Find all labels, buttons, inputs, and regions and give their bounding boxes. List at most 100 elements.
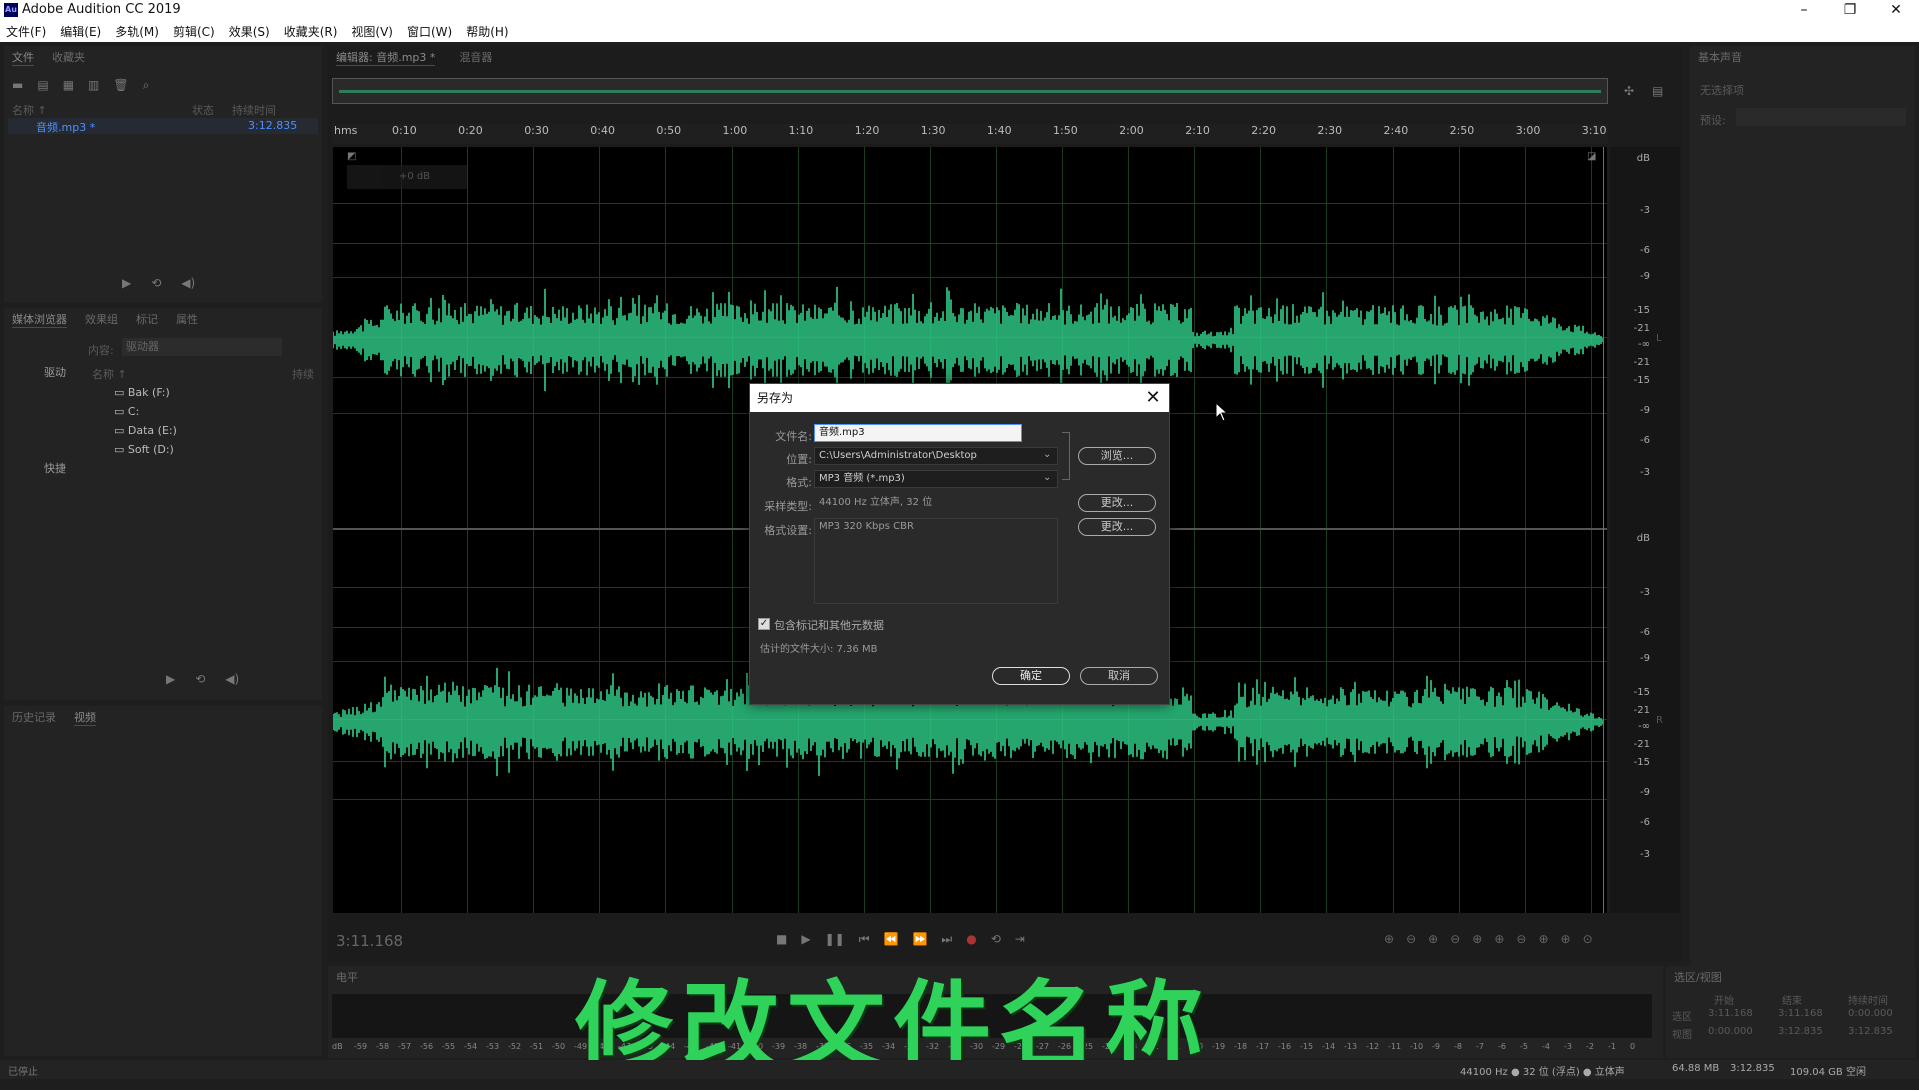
zoom-out-icon[interactable]: ⊖	[1450, 932, 1460, 946]
format-select[interactable]: MP3 音频 (*.mp3)	[814, 470, 1058, 488]
channel-l[interactable]: L	[1656, 333, 1662, 344]
overview-bar[interactable]	[332, 78, 1608, 104]
zoom-in-amp-icon[interactable]: ⊕	[1384, 932, 1394, 946]
col-name[interactable]: 名称 ↑	[12, 102, 47, 118]
new-file-icon[interactable]: ▦	[63, 78, 74, 93]
view-end[interactable]: 3:12.835	[1778, 1026, 1823, 1037]
menu-clip[interactable]: 剪辑(C)	[173, 23, 215, 40]
include-markers-checkbox[interactable]: ✓	[758, 618, 770, 630]
tree-shortcuts[interactable]: 快捷	[44, 460, 66, 476]
close-window-icon[interactable]: ✕	[1873, 0, 1919, 20]
skip-start-icon[interactable]: ⏮	[859, 932, 870, 947]
change-format-button[interactable]: 更改...	[1078, 518, 1156, 536]
fast-forward-icon[interactable]: ⏩	[912, 932, 927, 947]
media-tabs: 媒体浏览器 效果组 标记 属性	[4, 308, 322, 330]
current-time[interactable]: 3:11.168	[336, 932, 403, 950]
menu-window[interactable]: 窗口(W)	[407, 23, 452, 40]
levels-title[interactable]: 电平	[336, 969, 358, 985]
play-icon[interactable]: ▶	[166, 672, 175, 686]
tab-favorites[interactable]: 收藏夹	[52, 49, 85, 65]
zoom-reset-icon[interactable]: ⊙	[1583, 932, 1593, 946]
panel-menu-icon[interactable]: ▤	[1652, 84, 1663, 98]
change-sample-button[interactable]: 更改...	[1078, 494, 1156, 512]
location-select[interactable]: C:\Users\Administrator\Desktop	[814, 447, 1058, 465]
zoom-in-selection-icon[interactable]: ⊕	[1494, 932, 1504, 946]
playhead[interactable]	[1603, 147, 1604, 913]
zoom-in-right-icon[interactable]: ⊕	[1561, 932, 1571, 946]
volume-icon[interactable]: ◀)	[181, 276, 195, 290]
record-icon[interactable]: ●	[966, 932, 976, 947]
view-duration[interactable]: 3:12.835	[1848, 1026, 1893, 1037]
zoom-out-full-icon[interactable]: ⊖	[1516, 932, 1526, 946]
drive-item[interactable]: ▭ C:	[114, 405, 139, 418]
drive-item[interactable]: ▭ Soft (D:)	[114, 443, 174, 456]
stop-icon[interactable]: ■	[776, 932, 787, 947]
tab-files[interactable]: 文件	[12, 49, 34, 66]
play-icon[interactable]: ▶	[122, 276, 131, 290]
skip-end-icon[interactable]: ⏭	[941, 932, 952, 947]
list-header-name[interactable]: 名称 ↑	[92, 366, 127, 382]
pause-icon[interactable]: ❚❚	[825, 932, 845, 947]
zoom-in-left-icon[interactable]: ⊕	[1538, 932, 1548, 946]
tab-video[interactable]: 视频	[74, 709, 96, 726]
include-markers-label[interactable]: 包含标记和其他元数据	[774, 617, 884, 633]
tab-effects-rack[interactable]: 效果组	[85, 311, 118, 327]
sel-end[interactable]: 3:11.168	[1778, 1008, 1823, 1019]
zoom-out-amp-icon[interactable]: ⊖	[1406, 932, 1416, 946]
play-icon[interactable]: ▶	[801, 932, 810, 947]
rewind-icon[interactable]: ⏪	[884, 932, 899, 947]
menu-edit[interactable]: 编辑(E)	[60, 23, 101, 40]
time-ruler[interactable]: hms 0:10 0:20 0:30 0:40 0:50 1:00 1:10 1:20 1:30…	[332, 124, 1608, 144]
list-header-duration[interactable]: 持续	[292, 366, 314, 382]
tab-markers[interactable]: 标记	[136, 311, 158, 327]
minimize-icon[interactable]: –	[1781, 0, 1827, 20]
volume-icon[interactable]: ◀)	[225, 672, 239, 686]
restore-icon[interactable]: ❐	[1827, 0, 1873, 20]
zoom-tool-icon[interactable]: ✣	[1624, 84, 1634, 98]
essential-sound-title[interactable]: 基本声音	[1698, 49, 1742, 65]
open-file-icon[interactable]: ▬	[12, 78, 23, 93]
tab-editor[interactable]: 编辑器: 音频.mp3 *	[336, 49, 436, 66]
loop-icon[interactable]: ⟲	[991, 932, 1001, 947]
insert-icon[interactable]: ▥	[88, 78, 99, 93]
tree-drives[interactable]: 驱动	[44, 364, 66, 380]
drive-item[interactable]: ▭ Bak (F:)	[114, 386, 170, 399]
ok-button[interactable]: 确定	[992, 667, 1070, 685]
browse-button[interactable]: 浏览...	[1078, 447, 1156, 465]
zoom-in-point-icon[interactable]: ⊕	[1472, 932, 1482, 946]
import-icon[interactable]: ▤	[37, 78, 48, 93]
zoom-in-icon[interactable]: ⊕	[1428, 932, 1438, 946]
ruler-tick: 2:00	[1119, 124, 1144, 137]
chevron-down-icon[interactable]: ⌄	[1043, 472, 1051, 483]
col-status[interactable]: 状态	[192, 102, 214, 118]
sel-start[interactable]: 3:11.168	[1708, 1008, 1753, 1019]
sel-duration[interactable]: 0:00.000	[1848, 1008, 1893, 1019]
cancel-button[interactable]: 取消	[1080, 667, 1158, 685]
filename-field[interactable]: 音频.mp3	[814, 424, 1022, 442]
tab-media-browser[interactable]: 媒体浏览器	[12, 311, 67, 328]
drive-item[interactable]: ▭ Data (E:)	[114, 424, 177, 437]
col-duration[interactable]: 持续时间	[232, 102, 276, 118]
menu-multitrack[interactable]: 多轨(M)	[115, 23, 159, 40]
tab-mixer[interactable]: 混音器	[459, 49, 492, 65]
tab-properties[interactable]: 属性	[176, 311, 198, 327]
loop-icon[interactable]: ⟲	[195, 672, 205, 686]
loop-icon[interactable]: ⟲	[151, 276, 161, 290]
delete-icon[interactable]: 🗑	[113, 78, 128, 93]
search-icon[interactable]: ⌕	[143, 78, 150, 93]
menu-favorites[interactable]: 收藏夹(R)	[284, 23, 338, 40]
view-start[interactable]: 0:00.000	[1708, 1026, 1753, 1037]
skip-icon[interactable]: ⇥	[1015, 932, 1025, 947]
list-item[interactable]: 音频.mp3 * 3:12.835	[8, 118, 318, 134]
preset-select[interactable]	[1736, 108, 1906, 126]
content-select[interactable]: 驱动器	[122, 338, 282, 356]
menu-file[interactable]: 文件(F)	[6, 23, 46, 40]
selection-title[interactable]: 选区/视图	[1674, 969, 1722, 985]
tab-history[interactable]: 历史记录	[12, 709, 56, 725]
close-icon[interactable]: ✕	[1145, 384, 1161, 412]
menu-effects[interactable]: 效果(S)	[229, 23, 270, 40]
menu-help[interactable]: 帮助(H)	[466, 23, 508, 40]
channel-r[interactable]: R	[1656, 715, 1663, 726]
menu-view[interactable]: 视图(V)	[351, 23, 393, 40]
chevron-down-icon[interactable]: ⌄	[1043, 449, 1051, 460]
